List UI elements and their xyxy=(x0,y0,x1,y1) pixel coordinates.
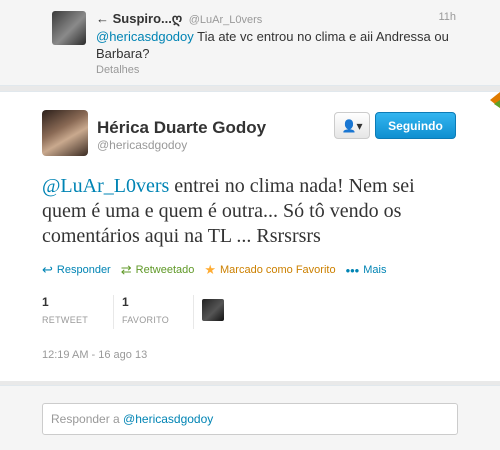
retweet-count-value: 1 xyxy=(42,295,49,309)
favorite-count-label: FAVORITO xyxy=(122,315,170,325)
reply-placeholder-mention: @hericasdgodoy xyxy=(123,412,214,426)
user-actions-button[interactable]: 👤▾ xyxy=(334,112,370,139)
author-name[interactable]: Hérica Duarte Godoy xyxy=(97,118,266,138)
parent-tweet[interactable]: ← Suspiro...ღ @LuAr_L0vers 11h @hericasd… xyxy=(0,0,500,86)
favorite-count[interactable]: 1 FAVORITO xyxy=(122,295,194,329)
star-icon: ★ xyxy=(204,262,217,277)
author-handle[interactable]: @hericasdgodoy xyxy=(97,138,187,152)
reply-input[interactable]: Responder a @hericasdgodoy xyxy=(42,403,458,435)
reply-placeholder-prefix: Responder a xyxy=(51,412,124,426)
retweet-action[interactable]: ⇄ Retweetado xyxy=(121,262,195,278)
retweet-label: Retweetado xyxy=(135,264,195,276)
tweet-datetime[interactable]: 12:19 AM - 16 ago 13 xyxy=(42,349,147,361)
details-link[interactable]: Detalhes xyxy=(96,64,139,76)
parent-avatar[interactable] xyxy=(52,11,86,45)
favoriter-avatar[interactable] xyxy=(202,299,224,321)
following-button[interactable]: Seguindo xyxy=(375,112,456,139)
more-label: Mais xyxy=(363,264,387,276)
more-action[interactable]: ••• Mais xyxy=(346,262,387,278)
parent-mention-link[interactable]: @hericasdgodoy xyxy=(96,29,194,44)
tweet-text: @LuAr_L0vers entrei no clima nada! Nem s… xyxy=(42,174,462,249)
reply-section: Responder a @hericasdgodoy xyxy=(0,385,500,450)
mention-link[interactable]: @LuAr_L0vers xyxy=(42,175,169,197)
parent-author-name[interactable]: Suspiro...ღ xyxy=(113,11,182,26)
favorite-label: Marcado como Favorito xyxy=(220,264,336,276)
tweet-stats: 1 RETWEET 1 FAVORITO xyxy=(42,295,224,329)
retweet-count-label: RETWEET xyxy=(42,315,89,325)
main-tweet: Hérica Duarte Godoy @hericasdgodoy 👤▾ Se… xyxy=(0,91,500,381)
reply-action[interactable]: ↩ Responder xyxy=(42,262,111,278)
retweet-icon: ⇄ xyxy=(120,262,132,277)
author-avatar[interactable] xyxy=(42,110,88,156)
parent-timestamp[interactable]: 11h xyxy=(438,11,456,23)
retweet-count[interactable]: 1 RETWEET xyxy=(42,295,114,329)
tweet-actions: ↩ Responder ⇄ Retweetado ★ Marcado como … xyxy=(42,262,396,278)
favorite-action[interactable]: ★ Marcado como Favorito xyxy=(204,262,335,278)
parent-author[interactable]: ← Suspiro...ღ @LuAr_L0vers xyxy=(96,11,262,27)
corner-decoration-icon xyxy=(490,92,500,108)
parent-author-handle[interactable]: @LuAr_L0vers xyxy=(189,14,263,26)
reply-label: Responder xyxy=(56,264,111,276)
parent-tweet-text: @hericasdgodoy Tia ate vc entrou no clim… xyxy=(96,28,476,62)
back-arrow-icon: ← xyxy=(96,11,109,26)
reply-arrow-icon: ↩ xyxy=(42,262,53,277)
favorite-count-value: 1 xyxy=(122,295,129,309)
more-dots-icon: ••• xyxy=(345,262,360,278)
user-icon: 👤▾ xyxy=(341,118,363,133)
